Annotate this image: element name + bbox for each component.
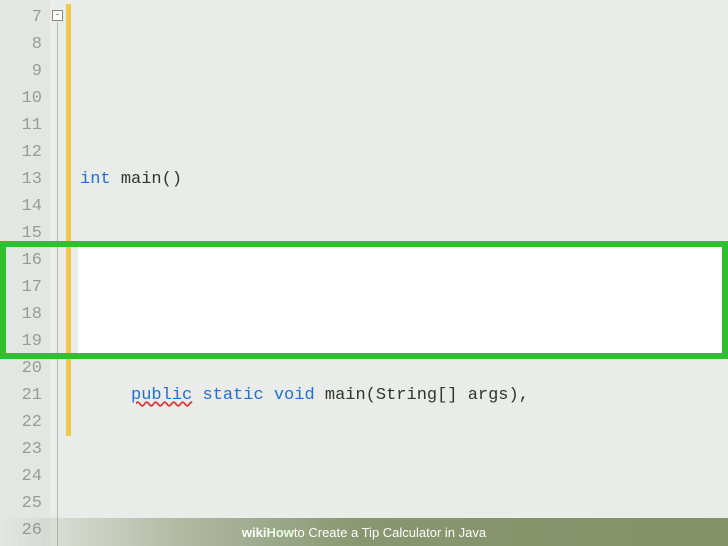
line-number: 11 bbox=[0, 112, 42, 139]
method-signature: main(String[] args), bbox=[325, 386, 529, 405]
highlight-background bbox=[78, 243, 727, 357]
line-number: 14 bbox=[0, 193, 42, 220]
code-line[interactable]: int main() bbox=[72, 166, 728, 193]
line-number: 12 bbox=[0, 139, 42, 166]
line-number: 22 bbox=[0, 409, 42, 436]
line-number-gutter: 7 8 9 10 11 12 13 14 15 16 17 18 19 20 2… bbox=[0, 0, 50, 546]
caption-title: to Create a Tip Calculator in Java bbox=[294, 525, 486, 540]
identifier: main() bbox=[121, 170, 182, 189]
change-marker bbox=[66, 4, 71, 436]
code-line[interactable] bbox=[72, 490, 728, 517]
line-number: 18 bbox=[0, 301, 42, 328]
caption-bar: wikiHow to Create a Tip Calculator in Ja… bbox=[0, 518, 728, 546]
line-number: 20 bbox=[0, 355, 42, 382]
code-area[interactable]: int main() { public static void main(Str… bbox=[72, 0, 728, 546]
keyword-static: static bbox=[202, 386, 263, 405]
line-number: 16 bbox=[0, 247, 42, 274]
line-number: 7 bbox=[0, 4, 42, 31]
line-number: 15 bbox=[0, 220, 42, 247]
code-editor[interactable]: 7 8 9 10 11 12 13 14 15 16 17 18 19 20 2… bbox=[0, 0, 728, 546]
line-number: 10 bbox=[0, 85, 42, 112]
line-number: 23 bbox=[0, 436, 42, 463]
line-number: 8 bbox=[0, 31, 42, 58]
line-number: 9 bbox=[0, 58, 42, 85]
keyword-void: void bbox=[274, 386, 315, 405]
line-number: 24 bbox=[0, 463, 42, 490]
line-number: 25 bbox=[0, 490, 42, 517]
line-number: 13 bbox=[0, 166, 42, 193]
fold-guide-line bbox=[57, 22, 58, 546]
keyword-int: int bbox=[80, 170, 111, 189]
caption-wiki: wiki bbox=[242, 525, 267, 540]
line-number: 17 bbox=[0, 274, 42, 301]
fold-toggle-icon[interactable]: - bbox=[52, 10, 63, 21]
line-number: 19 bbox=[0, 328, 42, 355]
keyword-public: public bbox=[131, 386, 192, 405]
line-number: 21 bbox=[0, 382, 42, 409]
caption-how: How bbox=[266, 525, 293, 540]
fold-column: - bbox=[50, 0, 66, 546]
code-line[interactable]: public static void main(String[] args), bbox=[72, 382, 728, 409]
